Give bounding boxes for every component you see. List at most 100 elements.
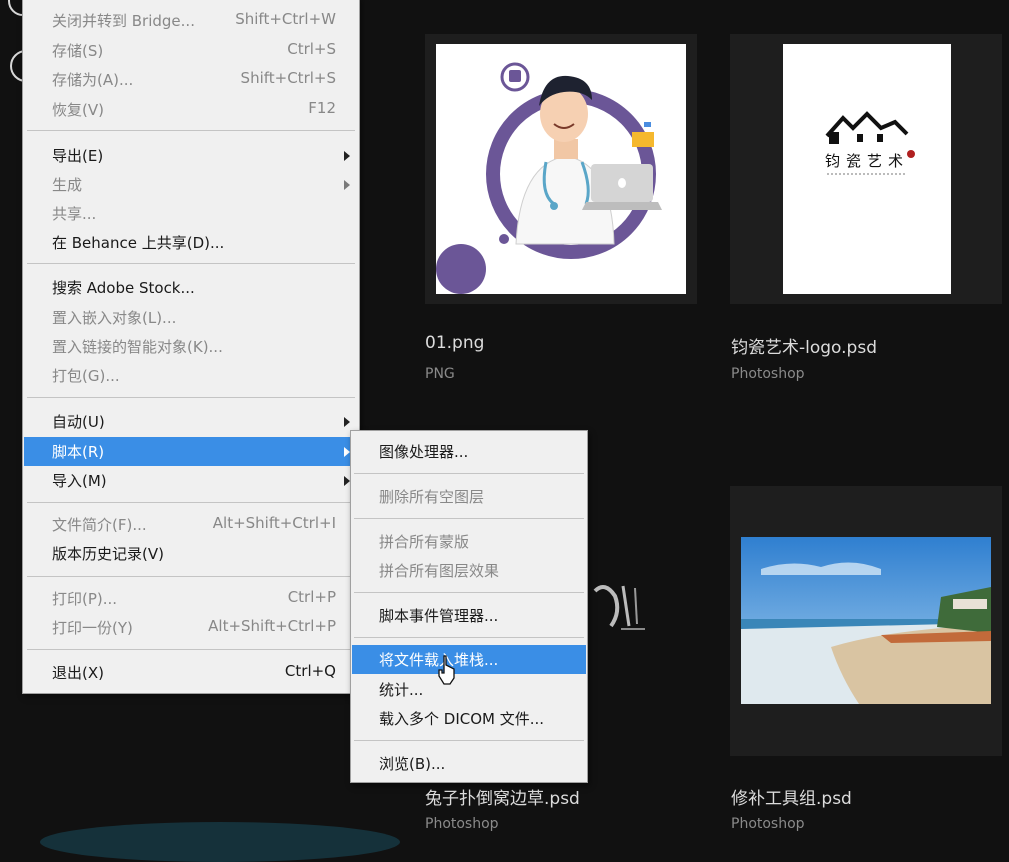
menu-item-label: 导入(M) <box>52 472 107 490</box>
menu-item-label: 存储(S) <box>52 42 104 60</box>
menu-item-shortcut: Shift+Ctrl+W <box>235 10 336 28</box>
menu-separator <box>354 740 584 741</box>
menu-item-label: 在 Behance 上共享(D)... <box>52 234 225 252</box>
menu-item-shortcut: Ctrl+S <box>287 40 336 58</box>
menu-item-label: 恢复(V) <box>52 101 104 119</box>
menu-item-label: 文件简介(F)... <box>52 516 147 534</box>
menu-item-label: 搜索 Adobe Stock... <box>52 279 195 297</box>
menu-item-generate[interactable]: 生成 <box>24 170 358 199</box>
menu-item-label: 统计... <box>379 681 424 699</box>
file-card-logo-psd[interactable]: 钧瓷艺术 <box>730 34 1002 304</box>
beach-photo <box>741 537 991 704</box>
menu-item-flatten-masks[interactable]: 拼合所有蒙版 <box>352 527 586 556</box>
menu-item-package[interactable]: 打包(G)... <box>24 361 358 390</box>
menu-item-label: 存储为(A)... <box>52 71 134 89</box>
menu-separator <box>27 130 355 131</box>
menu-item-label: 版本历史记录(V) <box>52 545 164 563</box>
menu-item-label: 置入链接的智能对象(K)... <box>52 338 223 356</box>
file-thumbnail: 钧瓷艺术 <box>783 44 951 294</box>
menu-item-label: 拼合所有图层效果 <box>379 562 500 580</box>
menu-item-revert[interactable]: 恢复(V) F12 <box>24 95 358 124</box>
menu-item-place-linked[interactable]: 置入链接的智能对象(K)... <box>24 332 358 361</box>
menu-item-load-dicom[interactable]: 载入多个 DICOM 文件... <box>352 704 586 733</box>
menu-item-save-as[interactable]: 存储为(A)... Shift+Ctrl+S <box>24 65 358 94</box>
menu-item-version-history[interactable]: 版本历史记录(V) <box>24 539 358 568</box>
menu-item-print-one[interactable]: 打印一份(Y) Alt+Shift+Ctrl+P <box>24 613 358 642</box>
menu-item-label: 导出(E) <box>52 147 104 165</box>
menu-separator <box>354 518 584 519</box>
file-name[interactable]: 兔子扑倒窝边草.psd <box>425 784 580 809</box>
menu-item-share-behance[interactable]: 在 Behance 上共享(D)... <box>24 228 358 257</box>
menu-item-search-stock[interactable]: 搜索 Adobe Stock... <box>24 273 358 302</box>
submenu-arrow-icon <box>344 180 350 190</box>
menu-item-statistics[interactable]: 统计... <box>352 675 586 704</box>
menu-item-file-info[interactable]: 文件简介(F)... Alt+Shift+Ctrl+I <box>24 510 358 539</box>
menu-item-shortcut: F12 <box>308 99 336 117</box>
menu-item-scripts[interactable]: 脚本(R) <box>24 437 358 466</box>
file-name[interactable]: 修补工具组.psd <box>731 784 852 809</box>
file-name[interactable]: 01.png <box>425 333 484 353</box>
menu-separator <box>354 592 584 593</box>
menu-item-label: 打印一份(Y) <box>52 619 133 637</box>
menu-item-label: 共享... <box>52 205 97 223</box>
submenu-arrow-icon <box>344 151 350 161</box>
scripts-submenu: 图像处理器... 删除所有空图层 拼合所有蒙版 拼合所有图层效果 脚本事件管理器… <box>350 430 588 783</box>
photoshop-home-screen: 01.png PNG 钧瓷艺术 钧瓷艺术-logo.psd Photoshop <box>0 0 1009 862</box>
menu-item-label: 删除所有空图层 <box>379 488 485 506</box>
menu-item-label: 载入多个 DICOM 文件... <box>379 710 545 728</box>
menu-item-label: 脚本(R) <box>52 443 105 461</box>
menu-item-save[interactable]: 存储(S) Ctrl+S <box>24 36 358 65</box>
menu-item-share[interactable]: 共享... <box>24 199 358 228</box>
file-type: Photoshop <box>425 816 499 832</box>
menu-item-shortcut: Alt+Shift+Ctrl+P <box>208 617 336 635</box>
logo-text: 钧瓷艺术 <box>825 152 909 170</box>
menu-separator <box>27 576 355 577</box>
menu-separator <box>354 473 584 474</box>
menu-separator <box>27 502 355 503</box>
menu-item-label: 拼合所有蒙版 <box>379 533 470 551</box>
menu-item-shortcut: Ctrl+P <box>287 588 336 606</box>
menu-item-shortcut: Ctrl+Q <box>284 662 336 680</box>
menu-item-close-bridge[interactable]: 关闭并转到 Bridge... Shift+Ctrl+W <box>24 6 358 35</box>
menu-item-label: 打包(G)... <box>52 367 120 385</box>
menu-item-flatten-effects[interactable]: 拼合所有图层效果 <box>352 556 586 585</box>
menu-separator <box>27 649 355 650</box>
file-card-patch-psd[interactable] <box>730 486 1002 756</box>
file-thumbnail <box>436 44 686 294</box>
mouse-cursor-icon <box>438 655 455 685</box>
menu-item-print[interactable]: 打印(P)... Ctrl+P <box>24 584 358 613</box>
file-type: PNG <box>425 366 455 382</box>
menu-item-label: 图像处理器... <box>379 443 469 461</box>
file-name[interactable]: 钧瓷艺术-logo.psd <box>731 333 877 358</box>
file-menu: 关闭并转到 Bridge... Shift+Ctrl+W 存储(S) Ctrl+… <box>22 0 360 694</box>
menu-item-exit[interactable]: 退出(X) Ctrl+Q <box>24 658 358 687</box>
bottom-arc <box>40 822 400 862</box>
menu-item-load-files-into-stack[interactable]: 将文件载入堆栈... <box>352 645 586 674</box>
file-card-01-png[interactable] <box>425 34 697 304</box>
doctor-illustration <box>436 62 662 294</box>
menu-item-image-processor[interactable]: 图像处理器... <box>352 437 586 466</box>
file-type: Photoshop <box>731 366 805 382</box>
menu-item-import[interactable]: 导入(M) <box>24 466 358 495</box>
menu-separator <box>27 263 355 264</box>
menu-item-label: 浏览(B)... <box>379 755 446 773</box>
file-thumbnail <box>741 537 991 704</box>
menu-item-place-embedded[interactable]: 置入嵌入对象(L)... <box>24 303 358 332</box>
menu-item-label: 脚本事件管理器... <box>379 607 499 625</box>
menu-item-delete-empty-layers[interactable]: 删除所有空图层 <box>352 482 586 511</box>
menu-item-label: 置入嵌入对象(L)... <box>52 309 177 327</box>
menu-item-label: 退出(X) <box>52 664 104 682</box>
menu-item-label: 生成 <box>52 176 83 194</box>
menu-separator <box>27 397 355 398</box>
menu-separator <box>354 637 584 638</box>
menu-item-script-events-manager[interactable]: 脚本事件管理器... <box>352 601 586 630</box>
menu-item-shortcut: Alt+Shift+Ctrl+I <box>212 514 336 532</box>
menu-item-label: 关闭并转到 Bridge... <box>52 12 195 30</box>
menu-item-automate[interactable]: 自动(U) <box>24 407 358 436</box>
menu-item-label: 自动(U) <box>52 413 105 431</box>
menu-item-label: 打印(P)... <box>52 590 118 608</box>
file-type: Photoshop <box>731 816 805 832</box>
ceramic-art-logo: 钧瓷艺术 <box>825 111 915 175</box>
menu-item-export[interactable]: 导出(E) <box>24 141 358 170</box>
menu-item-browse[interactable]: 浏览(B)... <box>352 749 586 778</box>
